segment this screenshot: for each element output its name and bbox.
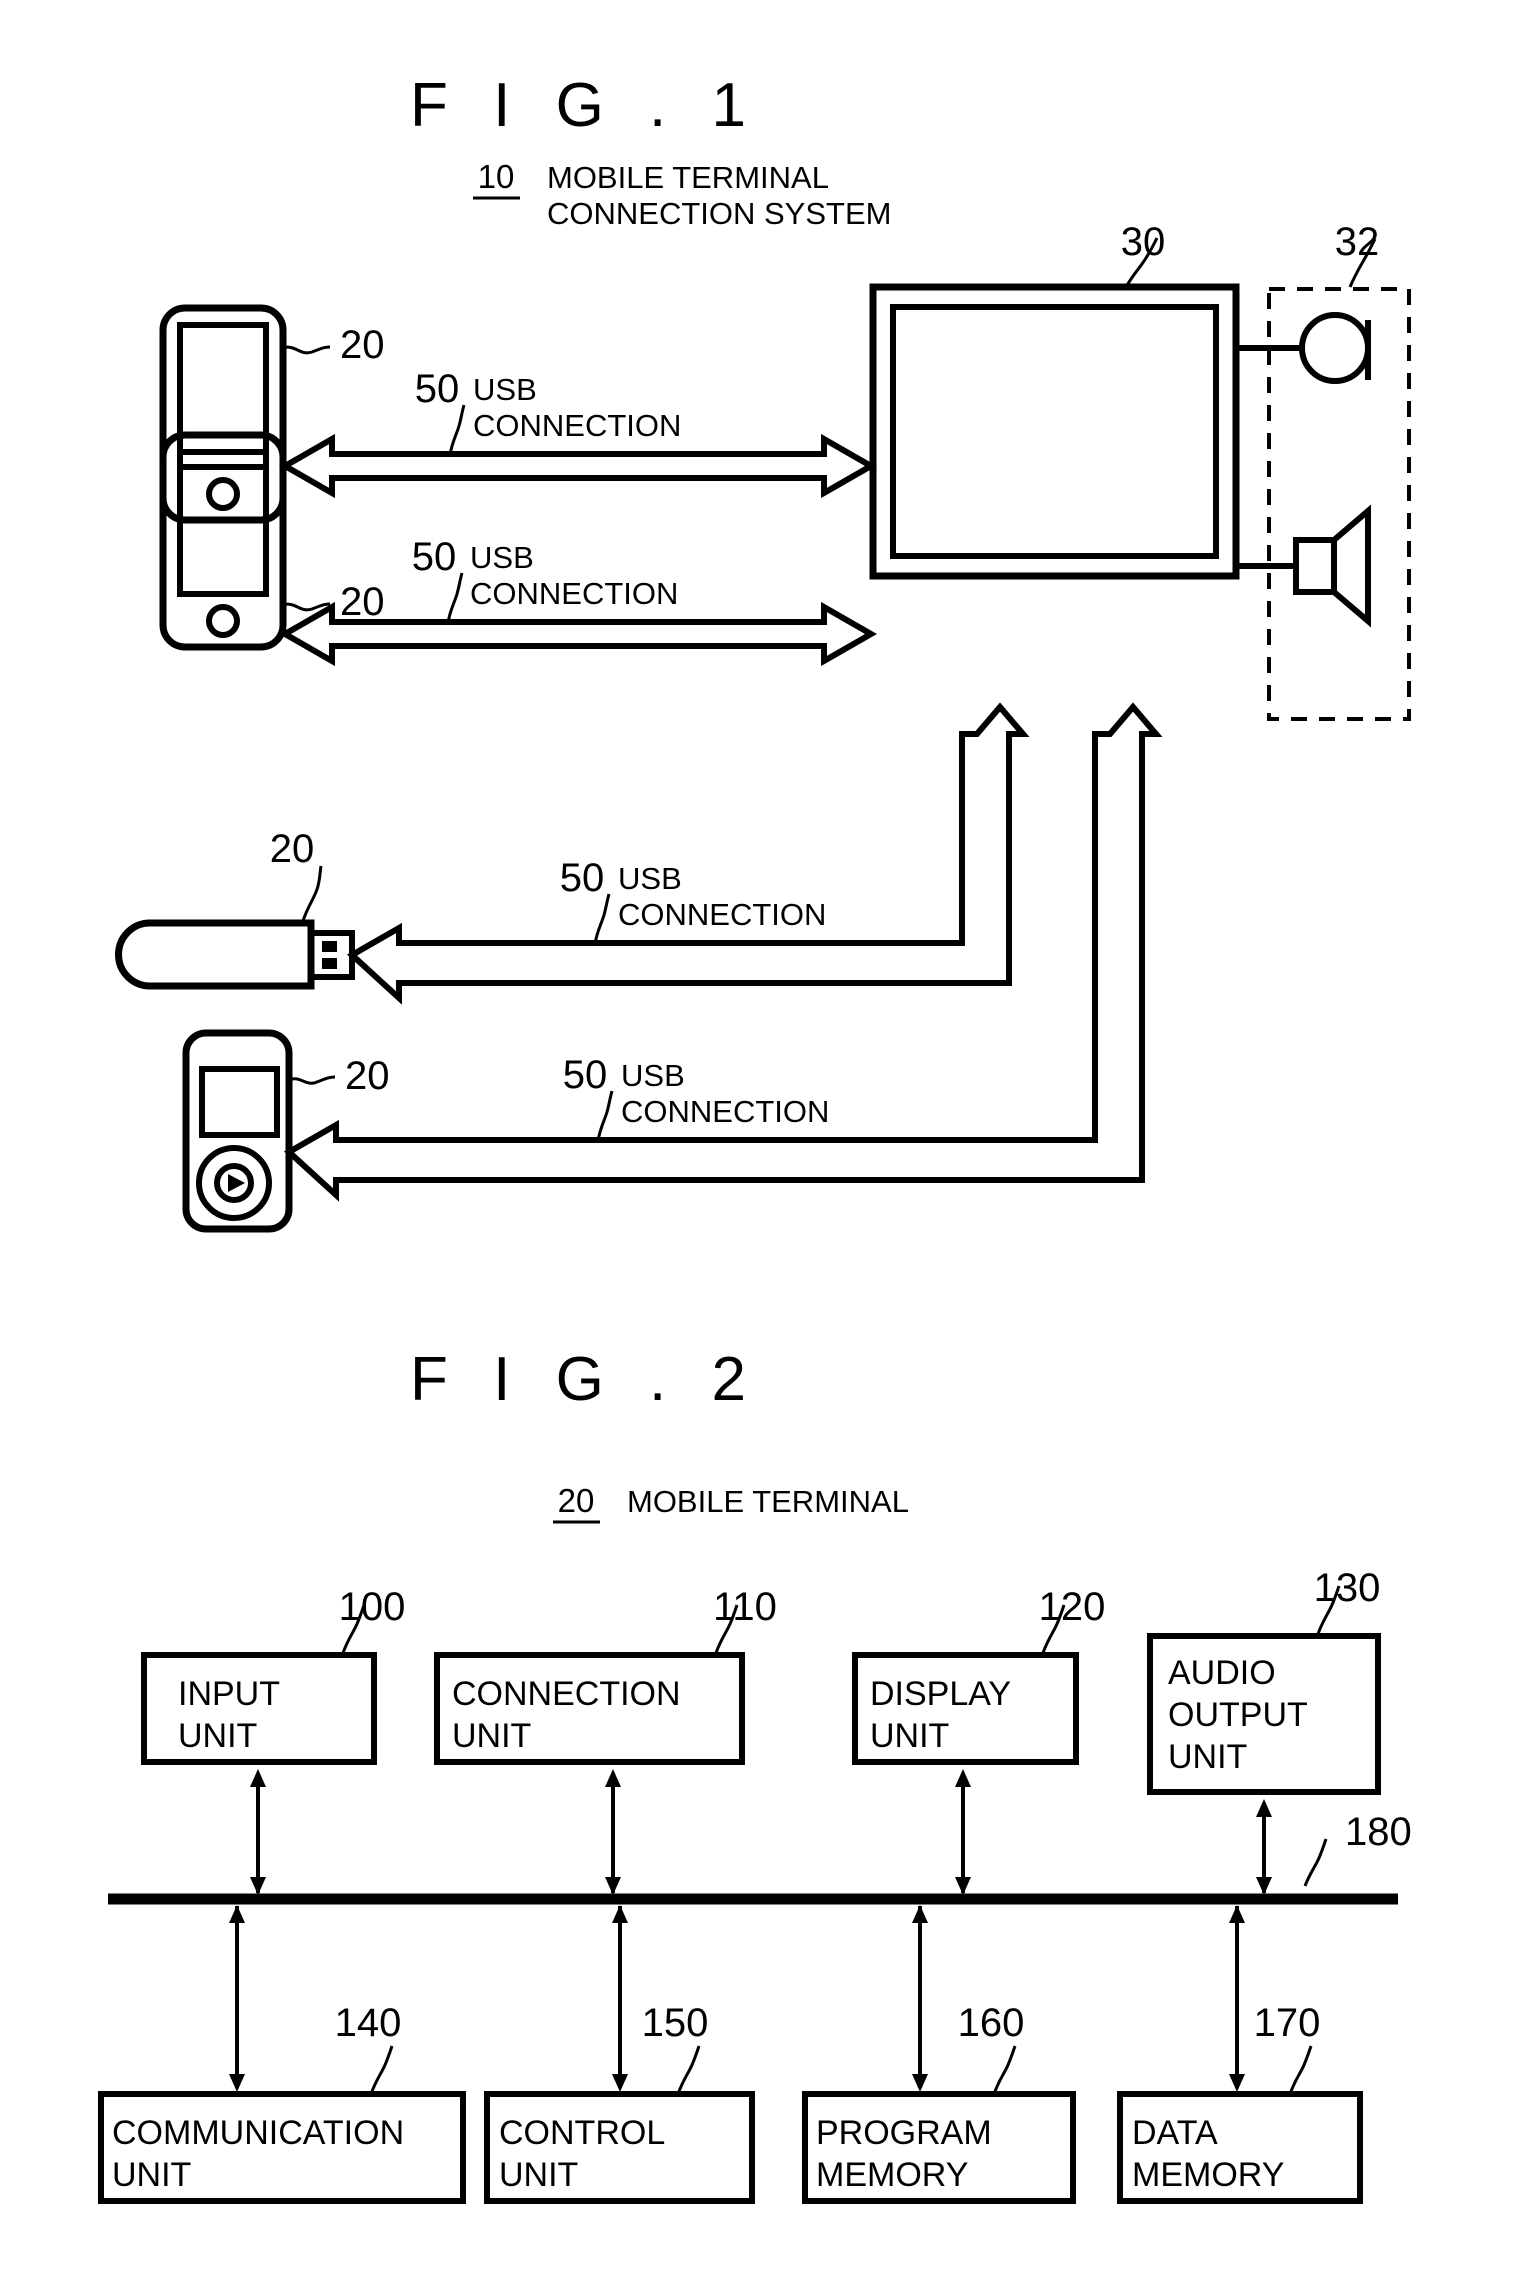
block-audio-output-unit-ref-number: 130	[1314, 1566, 1381, 1610]
usb-connection-3-line1: USB	[618, 861, 682, 896]
player-ref-number: 20	[345, 1054, 390, 1098]
usb-connection-2-line2: CONNECTION	[470, 576, 678, 611]
block-connection-unit-line2: UNIT	[452, 1717, 531, 1755]
block-data-memory-ref-number: 170	[1254, 2001, 1321, 2045]
block-program-memory-ref-number: 160	[958, 2001, 1025, 2045]
usb-connection-3-number: 50	[560, 856, 605, 900]
patent-drawing-sheet: F I G . 1 10 MOBILE TERMINAL CONNECTION …	[0, 0, 1529, 2293]
usb-ref-number: 20	[270, 827, 315, 871]
block-connection-unit-line1: CONNECTION	[452, 1675, 681, 1713]
block-communication-unit-line2: UNIT	[112, 2156, 191, 2194]
figure-1-title: F I G . 1	[410, 71, 760, 140]
usb-connection-1-line1: USB	[473, 372, 537, 407]
audio-group-ref-number: 32	[1335, 220, 1380, 264]
usb-contact-2-icon	[322, 958, 337, 969]
block-control-unit-line1: CONTROL	[499, 2114, 665, 2152]
figure-2-header-number: 20	[558, 1482, 595, 1519]
usb-connection-1-line2: CONNECTION	[473, 408, 681, 443]
figure-1-header-line2: CONNECTION SYSTEM	[547, 196, 891, 231]
usb-connection-4-number: 50	[563, 1053, 608, 1097]
usb-connection-3-line2: CONNECTION	[618, 897, 826, 932]
block-audio-output-unit-line1: AUDIO	[1168, 1654, 1276, 1692]
block-display-unit-line1: DISPLAY	[870, 1675, 1011, 1713]
usb-connection-2-line1: USB	[470, 540, 534, 575]
block-data-memory-line2: MEMORY	[1132, 2156, 1284, 2194]
figure-2-header-line1: MOBILE TERMINAL	[627, 1484, 909, 1519]
block-input-unit-ref-number: 100	[339, 1585, 406, 1629]
usb-connection-4-line2: CONNECTION	[621, 1094, 829, 1129]
block-program-memory-line2: MEMORY	[816, 2156, 968, 2194]
usb-connection-2-number: 50	[412, 535, 457, 579]
block-audio-output-unit-line3: UNIT	[1168, 1738, 1247, 1776]
drawing-canvas: F I G . 1 10 MOBILE TERMINAL CONNECTION …	[0, 0, 1529, 2293]
figure-1-header-line1: MOBILE TERMINAL	[547, 160, 829, 195]
block-input-unit-line1: INPUT	[178, 1675, 280, 1713]
block-communication-unit-line1: COMMUNICATION	[112, 2114, 404, 2152]
usb-connection-1-number: 50	[415, 367, 460, 411]
block-control-unit-ref-number: 150	[642, 2001, 709, 2045]
block-audio-output-unit-line2: OUTPUT	[1168, 1696, 1308, 1734]
figure-2-title: F I G . 2	[410, 1345, 760, 1414]
main-unit-ref-number: 30	[1121, 220, 1166, 264]
usb-connection-4-line1: USB	[621, 1058, 685, 1093]
block-display-unit-ref-number: 120	[1039, 1585, 1106, 1629]
block-display-unit-line2: UNIT	[870, 1717, 949, 1755]
phone-1-ref-number: 20	[340, 323, 385, 367]
bus-ref-number: 180	[1345, 1810, 1412, 1854]
block-connection-unit-ref-number: 110	[713, 1585, 777, 1629]
block-input-unit-line2: UNIT	[178, 1717, 257, 1755]
block-communication-unit-ref-number: 140	[335, 2001, 402, 2045]
block-program-memory-line1: PROGRAM	[816, 2114, 992, 2152]
block-control-unit-line2: UNIT	[499, 2156, 578, 2194]
usb-contact-1-icon	[322, 941, 337, 952]
block-data-memory-line1: DATA	[1132, 2114, 1218, 2152]
phone-2-ref-number: 20	[340, 580, 385, 624]
figure-1-header-number: 10	[478, 158, 515, 195]
